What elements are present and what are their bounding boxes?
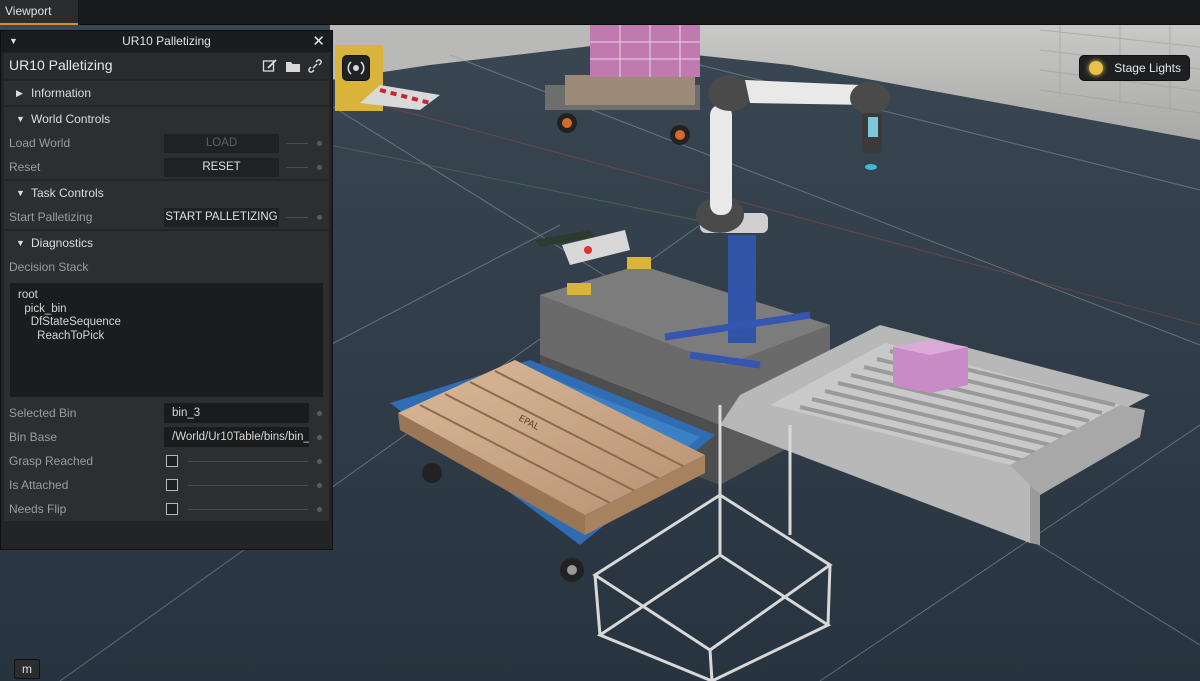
divider	[286, 167, 308, 168]
collapse-triangle-icon: ▼	[16, 114, 25, 124]
grasp-reached-checkbox[interactable]	[166, 455, 178, 467]
start-palletizing-label: Start Palletizing	[9, 210, 93, 224]
section-information-header[interactable]: ▶ Information	[4, 81, 329, 105]
bin-base-label: Bin Base	[9, 430, 58, 444]
collapse-triangle-icon: ▼	[16, 238, 25, 248]
selected-bin-row: Selected Bin bin_3	[4, 401, 329, 425]
collapse-triangle-icon[interactable]: ▼	[9, 31, 18, 52]
collapse-triangle-icon: ▼	[16, 188, 25, 198]
start-palletizing-row: Start Palletizing START PALLETIZING	[4, 205, 329, 229]
extension-header: UR10 Palletizing	[4, 53, 329, 79]
status-dot	[317, 215, 322, 220]
tab-viewport[interactable]: Viewport	[0, 0, 78, 25]
section-diagnostics-title: Diagnostics	[31, 236, 94, 250]
reset-label: Reset	[9, 160, 41, 174]
section-diagnostics-header[interactable]: ▼ Diagnostics	[4, 231, 329, 255]
camera-settings-button[interactable]	[342, 55, 370, 81]
reset-button[interactable]: RESET	[164, 158, 279, 177]
extension-title: UR10 Palletizing	[9, 57, 113, 73]
section-world-controls-header[interactable]: ▼ World Controls	[4, 107, 329, 131]
m-button[interactable]: m	[14, 659, 40, 679]
panel-titlebar[interactable]: ▼ UR10 Palletizing ✕	[1, 31, 332, 52]
close-icon[interactable]: ✕	[312, 31, 325, 52]
bin-base-field[interactable]: /World/Ur10Table/bins/bin_3	[164, 427, 309, 447]
section-world-controls: ▼ World Controls Load World LOAD Reset R…	[4, 107, 329, 179]
divider	[286, 217, 308, 218]
section-task-controls-title: Task Controls	[31, 186, 104, 200]
folder-icon[interactable]	[285, 58, 301, 74]
header-tools	[259, 58, 323, 74]
start-palletizing-button[interactable]: START PALLETIZING	[164, 208, 279, 227]
is-attached-label: Is Attached	[9, 478, 69, 492]
status-dot	[317, 141, 322, 146]
status-dot	[317, 483, 322, 488]
grasp-reached-label: Grasp Reached	[9, 454, 94, 468]
lightbulb-icon	[1089, 61, 1104, 75]
panel-window-title: UR10 Palletizing	[122, 34, 211, 48]
tab-bar: Viewport	[0, 0, 1200, 25]
section-diagnostics: ▼ Diagnostics Decision Stack root pick_b…	[4, 231, 329, 521]
decision-stack-label: Decision Stack	[9, 260, 89, 274]
stage-lights-button[interactable]: Stage Lights	[1079, 55, 1190, 81]
section-world-controls-title: World Controls	[31, 112, 111, 126]
decision-stack-row: Decision Stack	[4, 255, 329, 279]
divider	[188, 461, 308, 462]
reset-row: Reset RESET	[4, 155, 329, 179]
is-attached-row: Is Attached	[4, 473, 329, 497]
section-task-controls-header[interactable]: ▼ Task Controls	[4, 181, 329, 205]
divider	[188, 485, 308, 486]
divider	[286, 143, 308, 144]
status-dot	[317, 165, 322, 170]
needs-flip-checkbox[interactable]	[166, 503, 178, 515]
section-information: ▶ Information	[4, 81, 329, 105]
load-world-row: Load World LOAD	[4, 131, 329, 155]
status-dot	[317, 411, 322, 416]
needs-flip-label: Needs Flip	[9, 502, 67, 516]
expand-triangle-icon: ▶	[16, 88, 23, 98]
grasp-reached-row: Grasp Reached	[4, 449, 329, 473]
is-attached-checkbox[interactable]	[166, 479, 178, 491]
edit-icon[interactable]	[262, 58, 278, 74]
decision-stack-text[interactable]: root pick_bin DfStateSequence ReachToPic…	[10, 283, 323, 397]
section-information-title: Information	[31, 86, 92, 100]
status-dot	[317, 435, 322, 440]
bin-base-row: Bin Base /World/Ur10Table/bins/bin_3	[4, 425, 329, 449]
section-task-controls: ▼ Task Controls Start Palletizing START …	[4, 181, 329, 229]
status-dot	[317, 459, 322, 464]
ur10-palletizing-panel: ▼ UR10 Palletizing ✕ UR10 Palletizing ▶ …	[0, 30, 333, 550]
broadcast-icon	[347, 61, 365, 75]
stage-lights-label: Stage Lights	[1114, 61, 1181, 75]
status-dot	[317, 507, 322, 512]
load-button[interactable]: LOAD	[164, 134, 279, 153]
pink-bin	[893, 340, 968, 393]
link-icon[interactable]	[307, 58, 323, 74]
needs-flip-row: Needs Flip	[4, 497, 329, 521]
selected-bin-label: Selected Bin	[9, 406, 77, 420]
load-world-label: Load World	[9, 136, 71, 150]
selected-bin-field[interactable]: bin_3	[164, 403, 309, 423]
divider	[188, 509, 308, 510]
